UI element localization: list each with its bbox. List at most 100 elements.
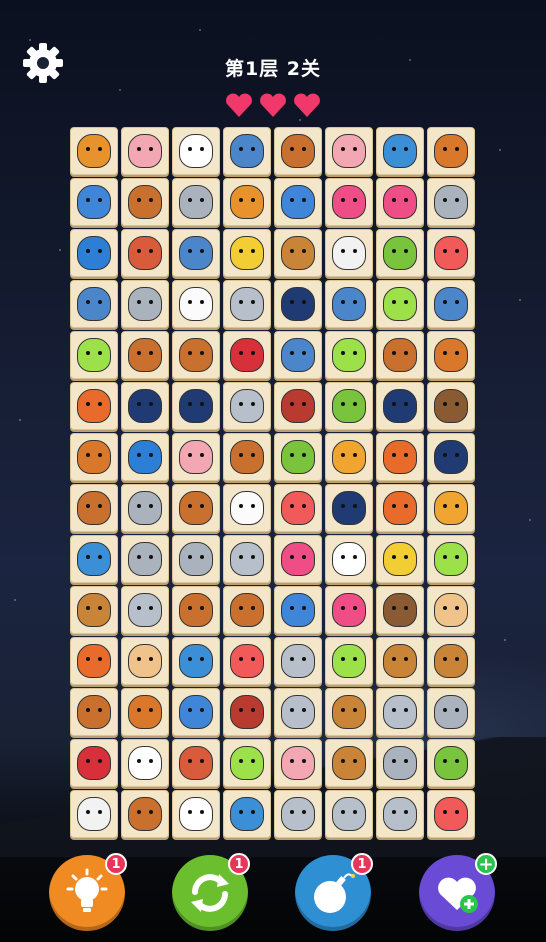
tile-shark[interactable] — [325, 280, 373, 328]
tile-elephant[interactable] — [376, 739, 424, 787]
tile-orca[interactable] — [121, 382, 169, 430]
tile-mouse[interactable] — [121, 586, 169, 634]
tile-mouse[interactable] — [223, 535, 271, 583]
tile-raccoon[interactable] — [427, 127, 475, 175]
tile-horse[interactable] — [376, 331, 424, 379]
tile-horse[interactable] — [172, 484, 220, 532]
tile-horse[interactable] — [172, 586, 220, 634]
tile-fox[interactable] — [376, 484, 424, 532]
tile-sheep[interactable] — [325, 229, 373, 277]
tile-horse[interactable] — [121, 790, 169, 838]
tile-mouse[interactable] — [376, 790, 424, 838]
tile-dolphin[interactable] — [172, 637, 220, 685]
add-life-button[interactable]: + — [419, 853, 497, 931]
tile-orca[interactable] — [172, 382, 220, 430]
tile-fish[interactable] — [274, 484, 322, 532]
tile-ox[interactable] — [70, 586, 118, 634]
tile-giraffe[interactable] — [376, 535, 424, 583]
shuffle-button[interactable]: 1 — [172, 853, 250, 931]
tile-rhino[interactable] — [70, 178, 118, 226]
tile-octopus[interactable] — [325, 586, 373, 634]
tile-ox[interactable] — [325, 739, 373, 787]
tile-orca[interactable] — [376, 382, 424, 430]
tile-elephant[interactable] — [121, 484, 169, 532]
tile-pig[interactable] — [325, 127, 373, 175]
tile-dolphin[interactable] — [223, 790, 271, 838]
tile-cow[interactable] — [172, 790, 220, 838]
tile-elephant[interactable] — [121, 535, 169, 583]
tile-shark[interactable] — [274, 331, 322, 379]
tile-fish[interactable] — [223, 637, 271, 685]
tile-pig[interactable] — [121, 127, 169, 175]
tile-horse[interactable] — [70, 688, 118, 736]
tile-parrot[interactable] — [427, 739, 475, 787]
tile-orca[interactable] — [427, 433, 475, 481]
tile-raccoon[interactable] — [427, 331, 475, 379]
tile-mouse[interactable] — [223, 280, 271, 328]
tile-monkey[interactable] — [121, 637, 169, 685]
tile-bear[interactable] — [376, 586, 424, 634]
tile-fox[interactable] — [70, 382, 118, 430]
tile-rhino[interactable] — [172, 688, 220, 736]
tile-parrot[interactable] — [376, 229, 424, 277]
tile-orca[interactable] — [325, 484, 373, 532]
tile-mouse[interactable] — [376, 688, 424, 736]
tile-monkey-red[interactable] — [223, 331, 271, 379]
tile-hedgehog[interactable] — [121, 229, 169, 277]
tile-sheep[interactable] — [70, 790, 118, 838]
tile-octopus[interactable] — [325, 178, 373, 226]
bomb-button[interactable]: 1 — [295, 853, 373, 931]
tile-fox[interactable] — [376, 433, 424, 481]
tile-shark[interactable] — [427, 280, 475, 328]
tile-elephant[interactable] — [427, 178, 475, 226]
tile-rhino[interactable] — [274, 586, 322, 634]
tile-mouse[interactable] — [274, 790, 322, 838]
tile-horse[interactable] — [274, 127, 322, 175]
tile-octopus[interactable] — [376, 178, 424, 226]
tile-bear[interactable] — [427, 382, 475, 430]
tile-angelfish[interactable] — [325, 331, 373, 379]
tile-giraffe[interactable] — [223, 229, 271, 277]
tile-ox[interactable] — [274, 229, 322, 277]
tile-horse[interactable] — [70, 484, 118, 532]
tile-mouse[interactable] — [274, 637, 322, 685]
tile-ox[interactable] — [427, 637, 475, 685]
tile-boar[interactable] — [223, 688, 271, 736]
tile-angelfish[interactable] — [427, 535, 475, 583]
tile-rhino[interactable] — [274, 178, 322, 226]
tile-chick[interactable] — [172, 280, 220, 328]
tile-elephant[interactable] — [172, 535, 220, 583]
tile-horse[interactable] — [223, 586, 271, 634]
tile-elephant[interactable] — [427, 688, 475, 736]
tile-hedgehog[interactable] — [172, 739, 220, 787]
tile-shark[interactable] — [172, 229, 220, 277]
tile-angelfish[interactable] — [376, 280, 424, 328]
tile-mouse[interactable] — [325, 790, 373, 838]
tile-ox[interactable] — [325, 688, 373, 736]
tile-raccoon[interactable] — [121, 688, 169, 736]
tile-parrot[interactable] — [325, 382, 373, 430]
tile-dolphin[interactable] — [376, 127, 424, 175]
tile-shark[interactable] — [223, 127, 271, 175]
tile-horse[interactable] — [223, 433, 271, 481]
tile-angelfish[interactable] — [70, 331, 118, 379]
tile-pig[interactable] — [172, 433, 220, 481]
tile-tiger[interactable] — [427, 484, 475, 532]
tile-angelfish[interactable] — [325, 637, 373, 685]
tile-parrot[interactable] — [274, 433, 322, 481]
tile-ox[interactable] — [376, 637, 424, 685]
tile-mouse[interactable] — [274, 688, 322, 736]
tile-pig[interactable] — [274, 739, 322, 787]
tile-fox[interactable] — [70, 637, 118, 685]
tile-octopus[interactable] — [274, 535, 322, 583]
tile-cat[interactable] — [70, 229, 118, 277]
tile-monkey-red[interactable] — [70, 739, 118, 787]
tile-elephant[interactable] — [121, 280, 169, 328]
tile-cat[interactable] — [121, 433, 169, 481]
tile-shark[interactable] — [70, 280, 118, 328]
hint-button[interactable]: 1 — [49, 853, 127, 931]
tile-horse[interactable] — [121, 178, 169, 226]
tile-horse[interactable] — [172, 331, 220, 379]
tile-boar[interactable] — [274, 382, 322, 430]
tile-fish[interactable] — [427, 229, 475, 277]
